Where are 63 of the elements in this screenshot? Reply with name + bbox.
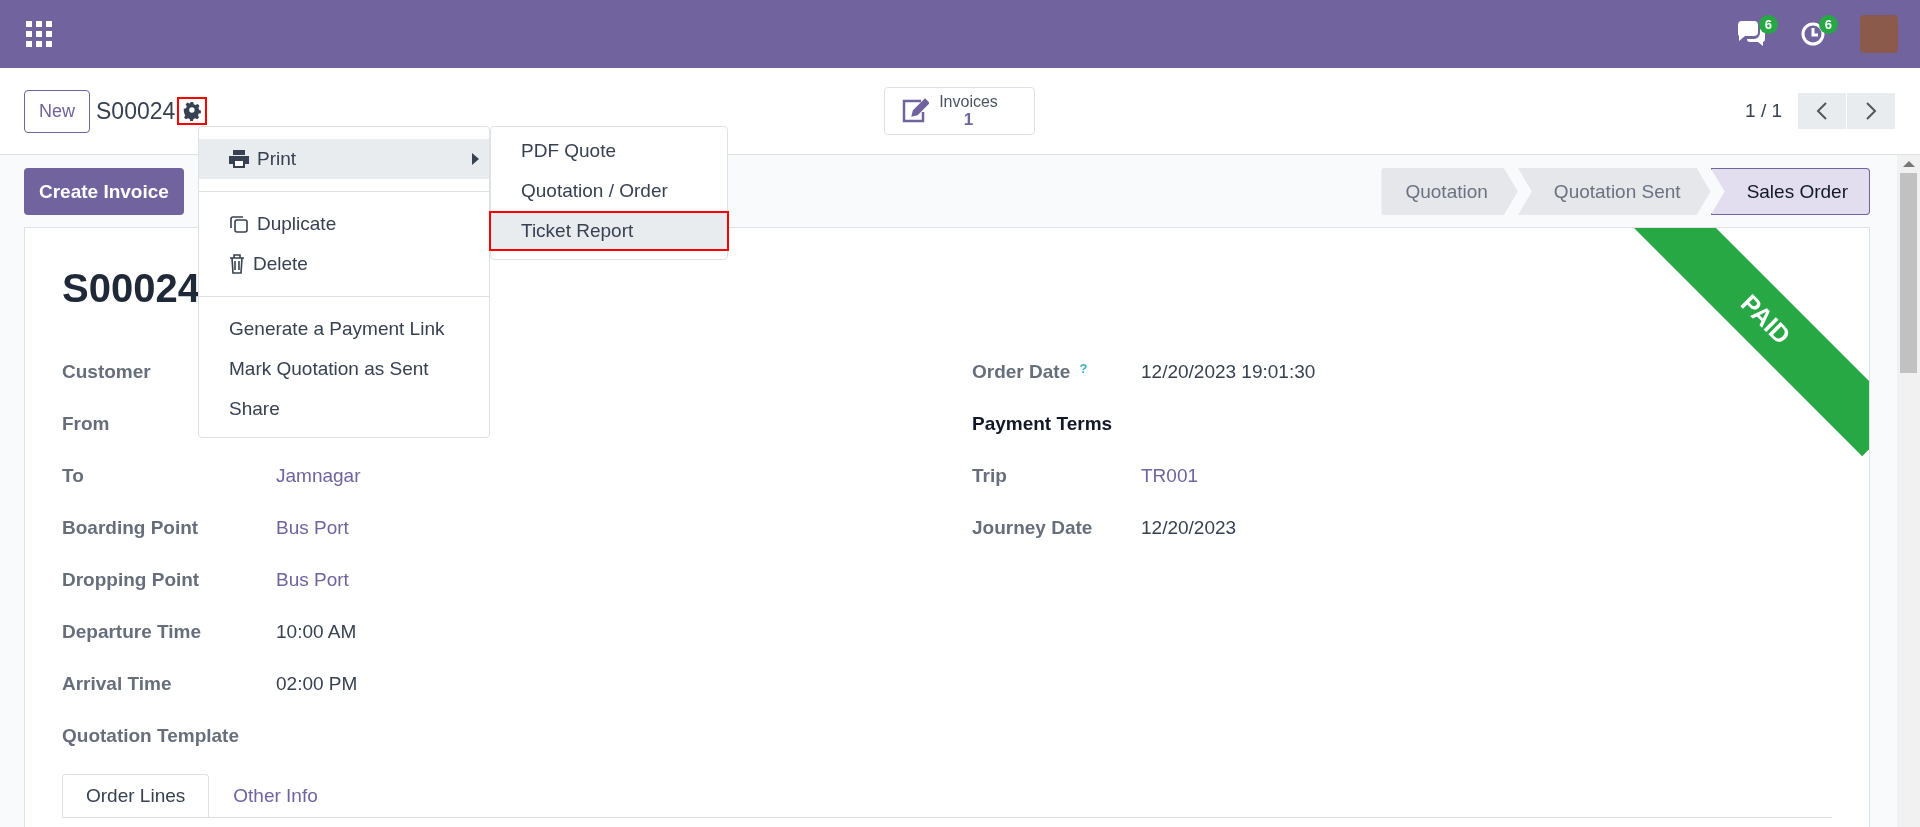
create-invoice-button[interactable]: Create Invoice bbox=[24, 168, 184, 215]
settings-button[interactable] bbox=[177, 97, 208, 125]
menu-item-label: Print bbox=[257, 148, 297, 170]
field-label: Quotation Template bbox=[62, 725, 239, 746]
menu-item-label: Delete bbox=[253, 253, 308, 275]
chat-icon[interactable] bbox=[1736, 21, 1766, 47]
edit-icon bbox=[901, 98, 930, 124]
invoice-count: 1 bbox=[962, 111, 975, 129]
invoices-smart-button[interactable]: Invoices 1 bbox=[884, 87, 1035, 135]
submenu-item[interactable]: Quotation / Order bbox=[489, 171, 729, 211]
field-label: Journey Date bbox=[972, 517, 1093, 538]
trash-icon bbox=[229, 254, 245, 274]
menu-item-label: Mark Quotation as Sent bbox=[229, 358, 429, 380]
status-step[interactable]: Quotation Sent bbox=[1517, 168, 1711, 215]
field-value: 12/20/2023 19:01:30 bbox=[1141, 361, 1316, 383]
status-step[interactable]: Quotation bbox=[1381, 168, 1518, 215]
scrollbar[interactable] bbox=[1897, 155, 1920, 827]
field-link[interactable]: TR001 bbox=[1141, 465, 1199, 487]
field-label: To bbox=[62, 465, 84, 486]
field-value: 10:00 AM bbox=[276, 621, 357, 643]
clock-icon[interactable] bbox=[1800, 21, 1826, 47]
field-value: 12/20/2023 bbox=[1141, 517, 1237, 539]
menu-item[interactable]: Delete bbox=[199, 244, 489, 284]
status-step[interactable]: Sales Order bbox=[1710, 168, 1870, 215]
smart-button-label: Invoices bbox=[939, 93, 998, 111]
field-label: Customer bbox=[62, 361, 151, 382]
field-value: 02:00 PM bbox=[276, 673, 358, 695]
field-label: Boarding Point bbox=[62, 517, 199, 538]
menu-item[interactable]: Generate a Payment Link bbox=[199, 309, 489, 349]
menu-item[interactable]: Print bbox=[199, 139, 489, 179]
record-name: S00024 bbox=[96, 97, 176, 125]
chevron-right-icon bbox=[1864, 101, 1878, 121]
duplicate-icon bbox=[229, 214, 249, 234]
submenu-item[interactable]: PDF Quote bbox=[489, 131, 729, 171]
chevron-left-icon bbox=[1815, 101, 1829, 121]
submenu-item[interactable]: Ticket Report bbox=[489, 211, 729, 251]
next-button[interactable] bbox=[1847, 93, 1895, 129]
field-link[interactable]: Bus Port bbox=[276, 517, 349, 539]
previous-button[interactable] bbox=[1798, 93, 1846, 129]
field-label: Trip bbox=[972, 465, 1007, 486]
field-link[interactable]: Jamnagar bbox=[276, 465, 361, 487]
menu-item-label: Share bbox=[229, 398, 280, 420]
activity-count-badge: 6 bbox=[1818, 15, 1838, 34]
printer-icon bbox=[229, 150, 249, 168]
notebook-tab[interactable]: Order Lines bbox=[62, 774, 210, 817]
menu-item-label: Generate a Payment Link bbox=[229, 318, 445, 340]
menu-item[interactable]: Mark Quotation as Sent bbox=[199, 349, 489, 389]
field-label: Dropping Point bbox=[62, 569, 200, 590]
field-label: Arrival Time bbox=[62, 673, 172, 694]
field-label: Order Date $^{?}$ bbox=[972, 361, 1088, 382]
field-link[interactable]: Bus Port bbox=[276, 569, 349, 591]
menu-item-label: Duplicate bbox=[257, 213, 337, 235]
app-menu-icon[interactable] bbox=[26, 21, 52, 47]
menu-item[interactable]: Share bbox=[199, 389, 489, 429]
settings-icon bbox=[182, 101, 203, 121]
message-count-badge: 6 bbox=[1758, 15, 1778, 34]
menu-item[interactable]: Duplicate bbox=[199, 204, 489, 244]
caret-icon bbox=[472, 153, 479, 165]
pager-value: 1 / 1 bbox=[1745, 100, 1782, 122]
field-label: From bbox=[62, 413, 110, 434]
new-button[interactable]: New bbox=[24, 89, 90, 133]
field-label: Payment Terms bbox=[972, 413, 1113, 434]
field-label: Departure Time bbox=[62, 621, 202, 642]
